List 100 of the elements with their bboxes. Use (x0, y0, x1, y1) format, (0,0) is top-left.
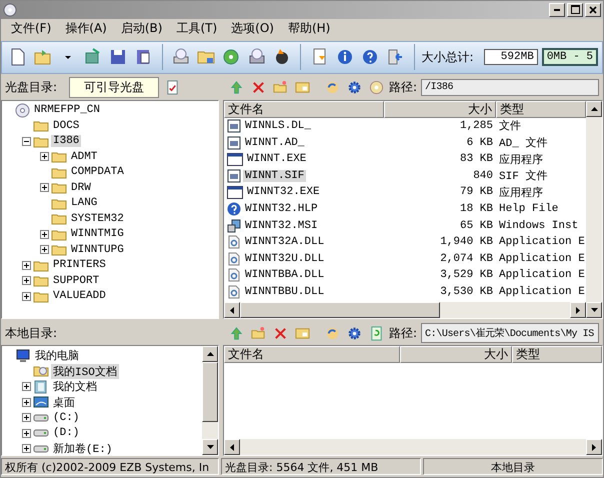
menu-item[interactable]: 选项(O) (225, 20, 280, 38)
tree-item[interactable]: VALUEADD (51, 290, 108, 302)
menu-item[interactable]: 启动(B) (114, 20, 168, 38)
minimize-button[interactable] (549, 2, 565, 17)
expand-toggle[interactable] (22, 398, 31, 407)
file-name[interactable]: WINNT32.MSI (243, 220, 320, 232)
folder-icon (51, 166, 67, 179)
file-type: 应用程序 (498, 186, 544, 200)
tree-item[interactable]: LANG (69, 197, 100, 210)
tree-item[interactable]: WINNTMIG (69, 228, 126, 240)
menu-item[interactable]: 文件(F) (5, 20, 58, 38)
scrollbar[interactable] (202, 346, 218, 455)
size-total-label: 大小总计: (422, 48, 474, 66)
arrow-right-icon (576, 306, 580, 314)
scroll-arrow-button[interactable] (586, 439, 602, 455)
folder-icon (51, 243, 67, 256)
tree-item[interactable]: (D:) (51, 427, 82, 440)
folder-icon (51, 228, 67, 241)
scrollbar[interactable] (224, 439, 602, 455)
expand-toggle[interactable] (22, 413, 31, 422)
window-icon (227, 152, 243, 166)
column-header[interactable]: 类型 (512, 346, 602, 363)
file-size: 6 KB (466, 136, 494, 149)
tree-item[interactable]: 我的ISO文档 (51, 364, 119, 379)
tree-item[interactable]: I386 (51, 135, 82, 148)
scroll-arrow-button[interactable] (224, 439, 240, 455)
arrow-left-icon (230, 444, 234, 450)
file-icon (227, 118, 241, 133)
scroll-arrow-button[interactable] (586, 302, 602, 318)
column-header[interactable]: 大小 (400, 346, 512, 363)
tree-item[interactable]: WINNTUPG (69, 244, 126, 256)
file-icon (227, 136, 241, 150)
expand-toggle[interactable] (22, 428, 31, 438)
file-name[interactable]: WINNLS.DL_ (243, 120, 314, 132)
tree-item[interactable]: 新加卷(E:) (51, 441, 114, 455)
column-header[interactable]: 文件名 (224, 100, 384, 118)
tree-item[interactable]: (C:) (51, 412, 82, 424)
collapse-toggle[interactable] (22, 136, 31, 146)
file-name[interactable]: WINNT.AD_ (243, 136, 306, 149)
gear-file-icon (227, 284, 241, 299)
file-name[interactable]: WINNT32.HLP (243, 202, 320, 215)
arrow-right-icon (592, 444, 596, 450)
file-type: 文件 (498, 118, 522, 134)
tree-item[interactable]: SYSTEM32 (69, 212, 126, 225)
expand-toggle[interactable] (22, 382, 31, 392)
tree-item[interactable]: 我的电脑 (33, 348, 81, 364)
volume-label-field[interactable]: 可引导光盘 (69, 77, 160, 98)
file-name[interactable]: WINNTBBA.DLL (243, 269, 326, 282)
expand-toggle[interactable] (22, 260, 31, 270)
expand-toggle[interactable] (40, 245, 49, 254)
gear-file-icon (227, 235, 241, 250)
tree-item[interactable]: DOCS (51, 120, 82, 132)
path-field[interactable]: /I386 (421, 79, 599, 96)
folder-icon (51, 181, 67, 194)
folder-icon (33, 119, 49, 132)
file-type: AD_ 文件 (498, 136, 548, 150)
column-header[interactable]: 类型 (496, 100, 586, 118)
file-name[interactable]: WINNT.SIF (243, 170, 306, 182)
close-button[interactable] (585, 2, 601, 17)
tree-item[interactable]: DRW (69, 182, 93, 194)
expand-toggle[interactable] (22, 292, 31, 301)
file-name[interactable]: WINNT.EXE (245, 153, 308, 166)
scroll-arrow-button[interactable] (202, 346, 218, 362)
tree-item[interactable]: COMPDATA (69, 166, 126, 178)
disc-icon (15, 102, 30, 118)
file-size: 1,285 (458, 120, 494, 132)
tree-item[interactable]: PRINTERS (51, 259, 108, 272)
expand-toggle[interactable] (40, 183, 49, 192)
path-field[interactable]: C:\Users\崔元荣\Documents\My IS (421, 323, 599, 343)
file-size: 3,530 KB (439, 286, 494, 298)
scroll-arrow-button[interactable] (570, 302, 586, 318)
file-name[interactable]: WINNT32.EXE (245, 186, 322, 198)
column-header[interactable]: 大小 (384, 100, 496, 118)
menu-item[interactable]: 帮助(H) (282, 20, 336, 38)
expand-toggle[interactable] (40, 152, 49, 162)
file-type: Application E (498, 252, 586, 265)
file-size: 840 (472, 170, 494, 182)
file-name[interactable]: WINNT32U.DLL (243, 252, 326, 265)
scroll-arrow-button[interactable] (224, 302, 240, 318)
file-name[interactable]: WINNT32A.DLL (243, 236, 326, 248)
drive-icon (33, 412, 49, 423)
column-header[interactable]: 文件名 (224, 346, 400, 363)
capacity-meter[interactable]: 0MB - 5 (542, 48, 598, 66)
scrollbar[interactable] (224, 302, 586, 318)
menu-item[interactable]: 操作(A) (59, 20, 113, 38)
scroll-arrow-button[interactable] (586, 100, 602, 117)
scrollbar[interactable] (586, 100, 602, 318)
menu-item[interactable]: 工具(T) (170, 20, 224, 38)
tree-item[interactable]: 我的文档 (51, 379, 99, 394)
file-name[interactable]: WINNTBBU.DLL (243, 286, 326, 298)
maximize-button[interactable] (567, 2, 583, 17)
expand-toggle[interactable] (22, 276, 31, 286)
desktop-icon (33, 395, 49, 410)
expand-toggle[interactable] (22, 444, 31, 454)
tree-item[interactable]: ADMT (69, 150, 100, 163)
tree-item[interactable]: 桌面 (51, 394, 77, 410)
expand-toggle[interactable] (40, 230, 49, 239)
scroll-arrow-button[interactable] (202, 439, 218, 455)
tree-item[interactable]: NRMEFPP_CN (32, 104, 102, 116)
tree-item[interactable]: SUPPORT (51, 274, 102, 287)
